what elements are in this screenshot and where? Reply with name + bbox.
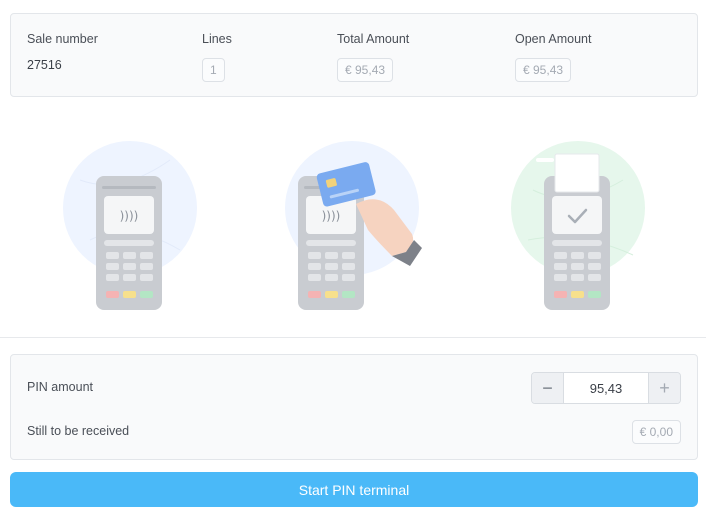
svg-text:)))): )))) bbox=[322, 209, 341, 223]
pin-amount-input[interactable] bbox=[564, 373, 648, 403]
open-amount-label: Open Amount bbox=[515, 32, 592, 46]
open-amount-field: Open Amount € 95,43 bbox=[515, 32, 591, 82]
plus-icon: + bbox=[659, 377, 670, 398]
decrease-button[interactable]: − bbox=[532, 373, 564, 403]
lines-field: Lines 1 bbox=[202, 32, 232, 82]
open-amount-badge: € 95,43 bbox=[515, 58, 572, 82]
payment-success-terminal-icon bbox=[511, 141, 645, 310]
start-pin-terminal-button[interactable]: Start PIN terminal bbox=[10, 472, 698, 507]
section-divider bbox=[0, 337, 706, 338]
svg-text:)))): )))) bbox=[120, 209, 139, 223]
pin-amount-stepper: − + bbox=[531, 372, 681, 404]
increase-button[interactable]: + bbox=[648, 373, 680, 403]
lines-label: Lines bbox=[202, 32, 232, 46]
total-amount-field: Total Amount € 95,43 bbox=[337, 32, 409, 82]
sale-summary-card: Sale number 27516 Lines 1 Total Amount €… bbox=[10, 13, 698, 97]
sale-number-value: 27516 bbox=[27, 58, 62, 72]
pin-amount-label: PIN amount bbox=[27, 380, 94, 394]
still-to-receive-badge: € 0,00 bbox=[631, 420, 681, 444]
contactless-terminal-icon: )))) bbox=[63, 141, 197, 310]
still-to-receive-label: Still to be received bbox=[27, 424, 130, 438]
total-amount-badge: € 95,43 bbox=[337, 58, 394, 82]
card-tap-terminal-icon: )))) bbox=[285, 141, 422, 310]
sale-number-field: Sale number 27516 bbox=[27, 32, 98, 72]
pin-payment-card: PIN amount − + Still to be received € 0,… bbox=[10, 354, 698, 460]
sale-number-label: Sale number bbox=[27, 32, 98, 46]
minus-icon: − bbox=[542, 377, 553, 398]
lines-badge: 1 bbox=[202, 58, 225, 82]
total-amount-label: Total Amount bbox=[337, 32, 410, 46]
